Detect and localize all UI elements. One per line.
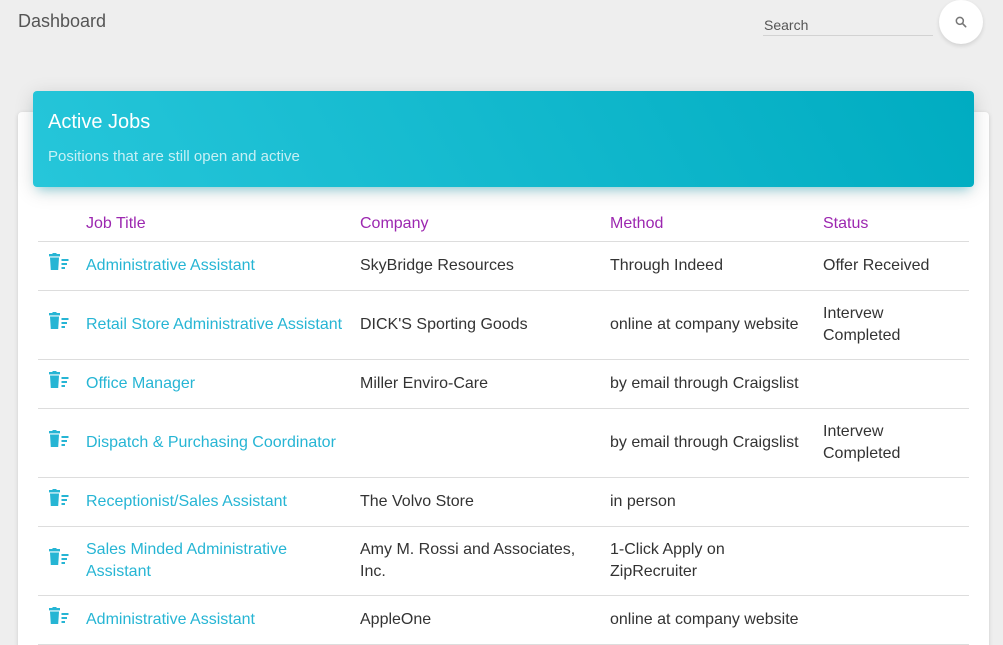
status-cell: Intervew Completed <box>823 290 969 360</box>
row-action-cell <box>38 477 86 527</box>
table-row: Retail Store Administrative Assistant DIC… <box>38 290 969 360</box>
card-header: Active Jobs Positions that are still ope… <box>33 91 974 187</box>
row-action-cell <box>38 290 86 360</box>
job-title-link[interactable]: Receptionist/Sales Assistant <box>86 477 360 527</box>
company-cell: Amy M. Rossi and Associates, Inc. <box>360 526 610 596</box>
method-cell: in person <box>610 477 823 527</box>
column-header-method[interactable]: Method <box>610 206 823 242</box>
method-cell: online at company website <box>610 290 823 360</box>
jobs-table: Job Title Company Method Status Administ… <box>38 206 969 645</box>
card-title: Active Jobs <box>48 111 151 133</box>
delete-sweep-icon[interactable] <box>48 548 70 566</box>
company-cell: AppleOne <box>360 595 610 645</box>
card-subtitle: Positions that are still open and active <box>48 148 300 165</box>
company-cell <box>360 408 610 478</box>
row-action-cell <box>38 359 86 409</box>
delete-sweep-icon[interactable] <box>48 371 70 389</box>
table-row: Office Manager Miller Enviro-Care by email… <box>38 359 969 409</box>
method-cell: 1-Click Apply on ZipRecruiter <box>610 526 823 596</box>
company-cell: DICK'S Sporting Goods <box>360 290 610 360</box>
table-row: Dispatch & Purchasing Coordinator by emai… <box>38 408 969 478</box>
job-title-link[interactable]: Retail Store Administrative Assistant <box>86 290 360 360</box>
status-cell <box>823 359 969 409</box>
search-button[interactable] <box>939 0 983 44</box>
status-cell <box>823 595 969 645</box>
job-title-link[interactable]: Office Manager <box>86 359 360 409</box>
row-action-cell <box>38 408 86 478</box>
column-header-status[interactable]: Status <box>823 206 969 242</box>
status-cell <box>823 526 969 596</box>
status-cell: Intervew Completed <box>823 408 969 478</box>
table-row: Administrative Assistant AppleOne online a… <box>38 595 969 645</box>
column-header-job-title[interactable]: Job Title <box>86 206 360 242</box>
company-cell: SkyBridge Resources <box>360 241 610 291</box>
job-title-link[interactable]: Administrative Assistant <box>86 241 360 291</box>
job-title-link[interactable]: Dispatch & Purchasing Coordinator <box>86 408 360 478</box>
delete-sweep-icon[interactable] <box>48 312 70 330</box>
method-cell: by email through Craigslist <box>610 359 823 409</box>
top-navbar: Dashboard <box>0 0 1003 60</box>
delete-sweep-icon[interactable] <box>48 253 70 271</box>
delete-sweep-icon[interactable] <box>48 430 70 448</box>
column-header-company[interactable]: Company <box>360 206 610 242</box>
method-cell: Through Indeed <box>610 241 823 291</box>
table-row: Sales Minded Administrative Assistant Amy… <box>38 526 969 596</box>
table-header-row: Job Title Company Method Status <box>38 206 969 242</box>
company-cell: The Volvo Store <box>360 477 610 527</box>
search-field[interactable] <box>763 10 933 36</box>
job-title-link[interactable]: Sales Minded Administrative Assistant <box>86 526 360 596</box>
row-action-cell <box>38 595 86 645</box>
delete-sweep-icon[interactable] <box>48 607 70 625</box>
row-action-cell <box>38 526 86 596</box>
method-cell: by email through Craigslist <box>610 408 823 478</box>
table-row: Receptionist/Sales Assistant The Volvo St… <box>38 477 969 527</box>
row-action-cell <box>38 241 86 291</box>
search-input[interactable] <box>763 10 933 35</box>
actions-column-header <box>38 206 86 242</box>
delete-sweep-icon[interactable] <box>48 489 70 507</box>
search-icon <box>955 16 967 28</box>
job-title-link[interactable]: Administrative Assistant <box>86 595 360 645</box>
jobs-table-body: Administrative Assistant SkyBridge Resour… <box>38 241 969 645</box>
company-cell: Miller Enviro-Care <box>360 359 610 409</box>
status-cell: Offer Received <box>823 241 969 291</box>
status-cell <box>823 477 969 527</box>
method-cell: online at company website <box>610 595 823 645</box>
table-row: Administrative Assistant SkyBridge Resour… <box>38 241 969 291</box>
page-title[interactable]: Dashboard <box>18 11 106 32</box>
